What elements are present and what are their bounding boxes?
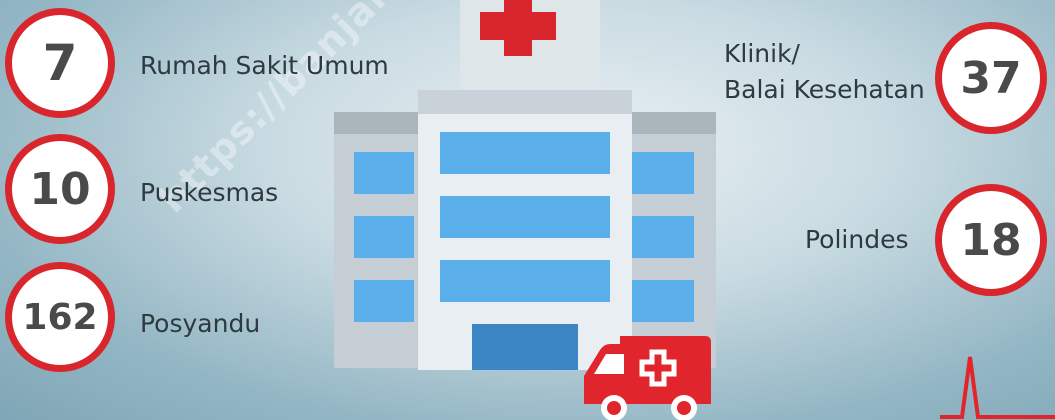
- stat-value-polindes: 18: [935, 184, 1047, 296]
- stat-label-puskesmas: Puskesmas: [140, 178, 279, 207]
- heartbeat-line-icon: [940, 356, 1055, 419]
- ambulance-icon: [584, 336, 711, 420]
- stat-label-posyandu: Posyandu: [140, 309, 261, 338]
- stat-label-klinik-line2: Balai Kesehatan: [724, 75, 925, 104]
- stat-label-polindes: Polindes: [805, 225, 909, 254]
- stat-value-rumah-sakit: 7: [5, 8, 115, 118]
- medical-cross-icon: [480, 0, 556, 56]
- stat-value-posyandu: 162: [5, 262, 115, 372]
- stat-value-puskesmas: 10: [5, 134, 115, 244]
- stat-value-klinik: 37: [935, 22, 1047, 134]
- stat-label-rumah-sakit: Rumah Sakit Umum: [140, 51, 389, 80]
- stat-label-klinik-line1: Klinik/: [724, 39, 800, 68]
